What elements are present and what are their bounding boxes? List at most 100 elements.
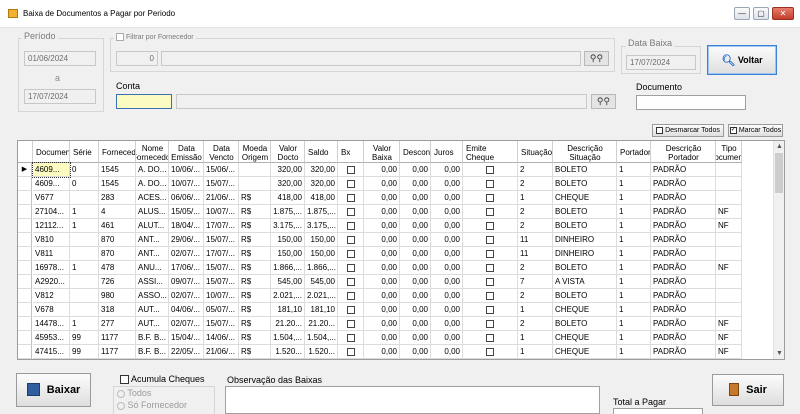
cell-saldo[interactable]: 320,00 xyxy=(305,163,338,177)
cell-valor-baixa[interactable]: 0,00 xyxy=(364,275,400,289)
column-header-valor-docto[interactable]: Valor Docto xyxy=(271,141,305,163)
cell-emite-cheque[interactable] xyxy=(463,303,518,317)
cell-saldo[interactable]: 1.520... xyxy=(305,345,338,359)
row-header[interactable] xyxy=(18,317,32,331)
cell-descricao-situacao[interactable]: BOLETO xyxy=(553,163,617,177)
cell-data-vencto[interactable]: 15/07/... xyxy=(204,233,239,247)
cell-data-emissao[interactable]: 02/07/... xyxy=(169,247,204,261)
cell-serie[interactable]: 99 xyxy=(70,331,99,345)
cell-saldo[interactable]: 1.875,... xyxy=(305,205,338,219)
cell-descricao-situacao[interactable]: CHEQUE xyxy=(553,331,617,345)
cell-emite-cheque[interactable] xyxy=(463,331,518,345)
cell-saldo[interactable]: 181,10 xyxy=(305,303,338,317)
cell-fornecedor[interactable]: 726 xyxy=(99,275,136,289)
maximize-button[interactable]: ▢ xyxy=(753,7,769,20)
cell-descricao-situacao[interactable]: BOLETO xyxy=(553,317,617,331)
cell-valor-baixa[interactable]: 0,00 xyxy=(364,247,400,261)
cell-descricao-portador[interactable]: PADRÃO xyxy=(651,163,716,177)
cell-serie[interactable]: 1 xyxy=(70,261,99,275)
cell-portador[interactable]: 1 xyxy=(617,345,651,359)
cell-valor-baixa[interactable]: 0,00 xyxy=(364,345,400,359)
column-header-desconto[interactable]: Desconto xyxy=(400,141,431,163)
cell-fornecedor[interactable]: 318 xyxy=(99,303,136,317)
cell-documento[interactable]: V678 xyxy=(33,303,70,317)
cell-documento[interactable]: 4609... xyxy=(32,162,71,178)
cell-fornecedor[interactable]: 1545 xyxy=(99,163,136,177)
cell-descricao-portador[interactable]: PADRÃO xyxy=(651,261,716,275)
cell-data-emissao[interactable]: 15/05/... xyxy=(169,205,204,219)
cell-documento[interactable]: V811 xyxy=(33,247,70,261)
cell-descricao-situacao[interactable]: BOLETO xyxy=(553,261,617,275)
emite-cheque-checkbox[interactable] xyxy=(486,207,494,216)
cell-nome-fornecedor[interactable]: AUT... xyxy=(136,303,169,317)
bx-checkbox[interactable] xyxy=(346,165,355,174)
cell-portador[interactable]: 1 xyxy=(617,219,651,233)
cell-moeda-origem[interactable] xyxy=(239,177,271,191)
cell-data-vencto[interactable]: 10/07/... xyxy=(204,289,239,303)
column-header-emite-cheque[interactable]: Emite Cheque xyxy=(463,141,518,163)
cell-situacao[interactable]: 1 xyxy=(518,331,553,345)
cell-documento[interactable]: 14478... xyxy=(33,317,70,331)
fornecedor-code-field[interactable]: 0 xyxy=(116,51,158,66)
cell-documento[interactable]: 4609... xyxy=(33,177,70,191)
cell-documento[interactable]: V810 xyxy=(33,233,70,247)
cell-moeda-origem[interactable]: R$ xyxy=(239,205,271,219)
cell-emite-cheque[interactable] xyxy=(463,233,518,247)
column-header-data-emissao[interactable]: Data Emissão xyxy=(169,141,204,163)
cell-desconto[interactable]: 0,00 xyxy=(400,261,431,275)
cell-situacao[interactable]: 1 xyxy=(518,191,553,205)
cell-portador[interactable]: 1 xyxy=(617,205,651,219)
so-fornecedor-radio-circle[interactable] xyxy=(117,401,125,410)
cell-desconto[interactable]: 0,00 xyxy=(400,275,431,289)
cell-nome-fornecedor[interactable]: A. DO... xyxy=(136,163,169,177)
column-header-descricao-situacao[interactable]: Descrição Situação xyxy=(553,141,617,163)
cell-data-emissao[interactable]: 06/06/... xyxy=(169,191,204,205)
cell-situacao[interactable]: 2 xyxy=(518,163,553,177)
bx-checkbox[interactable] xyxy=(346,291,355,300)
cell-data-vencto[interactable]: 17/07/... xyxy=(204,219,239,233)
cell-saldo[interactable]: 150,00 xyxy=(305,233,338,247)
cell-situacao[interactable]: 1 xyxy=(518,303,553,317)
emite-cheque-checkbox[interactable] xyxy=(486,235,494,244)
cell-descricao-situacao[interactable]: A VISTA xyxy=(553,275,617,289)
fornecedor-lookup-button[interactable]: ⚲⚲ xyxy=(584,51,609,66)
documento-field[interactable] xyxy=(636,95,746,110)
cell-documento[interactable]: 12112... xyxy=(33,219,70,233)
row-header[interactable] xyxy=(18,303,32,317)
baixar-button[interactable]: Baixar xyxy=(16,373,91,407)
cell-portador[interactable]: 1 xyxy=(617,177,651,191)
cell-portador[interactable]: 1 xyxy=(617,247,651,261)
cell-juros[interactable]: 0,00 xyxy=(431,303,463,317)
cell-serie[interactable]: 1 xyxy=(70,219,99,233)
cell-saldo[interactable]: 150,00 xyxy=(305,247,338,261)
cell-descricao-situacao[interactable]: CHEQUE xyxy=(553,345,617,359)
cell-nome-fornecedor[interactable]: B.F. B... xyxy=(136,331,169,345)
cell-desconto[interactable]: 0,00 xyxy=(400,177,431,191)
so-fornecedor-radio[interactable]: Só Fornecedor xyxy=(117,400,187,410)
bx-checkbox[interactable] xyxy=(346,249,355,258)
cell-valor-baixa[interactable]: 0,00 xyxy=(364,289,400,303)
cell-data-emissao[interactable]: 02/07/... xyxy=(169,317,204,331)
cell-tipo-documento[interactable]: NF xyxy=(716,261,742,275)
cell-documento[interactable]: A2920... xyxy=(33,275,70,289)
cell-serie[interactable]: 1 xyxy=(70,205,99,219)
cell-data-vencto[interactable]: 10/07/... xyxy=(204,205,239,219)
cell-data-emissao[interactable]: 18/04/... xyxy=(169,219,204,233)
minimize-button[interactable]: — xyxy=(734,7,750,20)
marcar-todos-button[interactable]: ✓ Marcar Todos xyxy=(728,124,783,137)
cell-tipo-documento[interactable]: NF xyxy=(716,345,742,359)
cell-emite-cheque[interactable] xyxy=(463,191,518,205)
conta-code-field[interactable] xyxy=(116,94,172,109)
cell-tipo-documento[interactable]: NF xyxy=(716,317,742,331)
cell-fornecedor[interactable]: 283 xyxy=(99,191,136,205)
cell-data-emissao[interactable]: 10/07/... xyxy=(169,177,204,191)
cell-emite-cheque[interactable] xyxy=(463,205,518,219)
cell-nome-fornecedor[interactable]: ANT... xyxy=(136,247,169,261)
emite-cheque-checkbox[interactable] xyxy=(486,179,494,188)
emite-cheque-checkbox[interactable] xyxy=(486,249,494,258)
emite-cheque-checkbox[interactable] xyxy=(486,277,494,286)
row-header[interactable] xyxy=(18,177,32,191)
cell-moeda-origem[interactable]: R$ xyxy=(239,261,271,275)
cell-situacao[interactable]: 2 xyxy=(518,219,553,233)
cell-juros[interactable]: 0,00 xyxy=(431,331,463,345)
